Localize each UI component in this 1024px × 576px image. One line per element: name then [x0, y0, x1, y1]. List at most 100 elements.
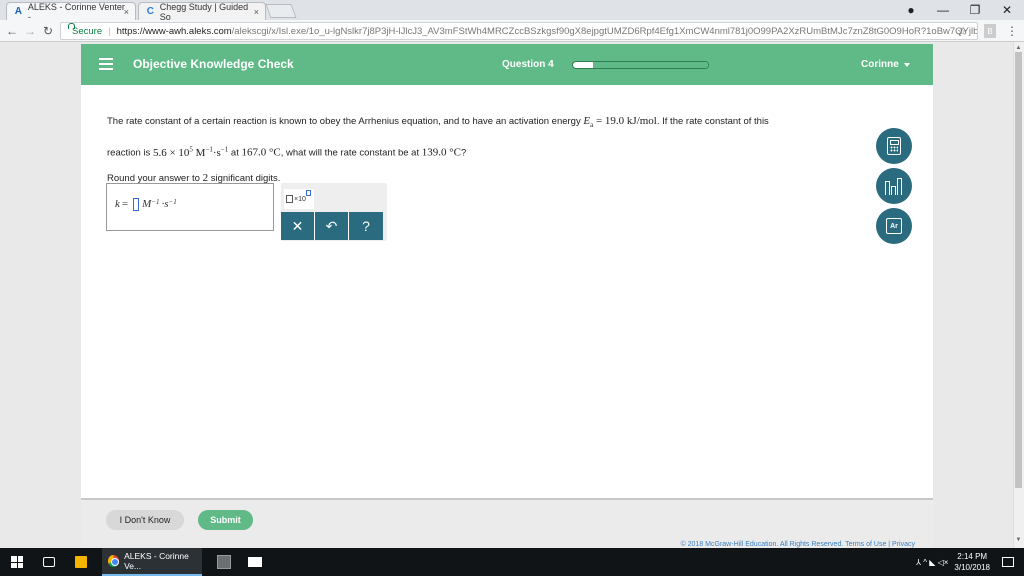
question-text: The rate constant of a certain reaction … — [107, 109, 877, 191]
windows-logo-icon — [11, 556, 23, 568]
scroll-thumb[interactable] — [1015, 52, 1022, 488]
profile-icon[interactable]: ● — [894, 0, 928, 20]
periodic-table-button[interactable]: Ar — [876, 208, 912, 244]
undo-button[interactable]: ↶ — [315, 212, 349, 240]
notification-icon[interactable] — [1002, 557, 1014, 567]
url-input[interactable]: Secure | https://www-awh.aleks.com /alek… — [60, 22, 978, 40]
back-arrow-icon[interactable]: ← — [4, 23, 20, 39]
progress-bar — [572, 61, 709, 69]
scroll-up-icon[interactable]: ▲ — [1014, 44, 1023, 52]
dont-know-button[interactable]: I Don't Know — [106, 510, 184, 530]
secure-label: Secure — [72, 25, 103, 37]
answer-unit-m: M — [142, 198, 152, 210]
mantissa-box-icon — [286, 195, 293, 203]
store-icon — [75, 556, 87, 568]
app-icon — [217, 555, 231, 569]
side-tools: Ar — [876, 128, 912, 248]
help-button[interactable]: ? — [349, 212, 383, 240]
k-mantissa: 5.6 × 10 — [152, 146, 190, 159]
answer-entry-field[interactable] — [133, 198, 140, 211]
tab-aleks[interactable]: A ALEKS - Corinne Venter - × — [6, 1, 136, 22]
minimize-button[interactable]: — — [926, 0, 960, 20]
rate-constant-value: 5.6 × 105 M−1·s−1 — [152, 145, 228, 159]
caret-down-icon — [903, 62, 910, 67]
scroll-down-icon[interactable]: ▼ — [1014, 536, 1023, 544]
tab-title: ALEKS - Corinne Venter - — [27, 1, 125, 22]
aleks-main-panel: Objective Knowledge Check Question 4 Cor… — [81, 44, 933, 548]
tab-chegg[interactable]: C Chegg Study | Guided So × — [138, 1, 266, 22]
temperature-1: 167.0 °C — [241, 146, 281, 159]
k-unit-m-exponent: −1 — [205, 145, 213, 154]
bar-chart-icon — [885, 177, 903, 195]
address-bar-row: ← → ↻ Secure | https://www-awh.aleks.com… — [0, 20, 1024, 42]
page-title: Objective Knowledge Check — [133, 57, 294, 71]
answer-unit-s-exponent: −1 — [168, 198, 177, 206]
taskbar-chrome-window[interactable]: ALEKS - Corinne Ve... — [102, 548, 202, 576]
data-button[interactable] — [876, 168, 912, 204]
extension-icon[interactable]: B — [984, 24, 996, 38]
task-view-icon — [43, 557, 55, 567]
question-text-segment: reaction is — [107, 147, 153, 159]
aleks-icon: A — [14, 6, 23, 17]
calculator-icon — [887, 137, 901, 155]
taskbar-app[interactable] — [210, 548, 238, 576]
temperature-2: 139.0 °C — [421, 146, 461, 159]
clock[interactable]: 2:14 PM 3/10/2018 — [954, 551, 990, 573]
browser-tab-strip: A ALEKS - Corinne Venter - × C Chegg Stu… — [0, 0, 1024, 22]
chrome-icon — [108, 555, 120, 567]
reload-icon[interactable]: ↻ — [40, 23, 56, 39]
bookmark-star-icon[interactable]: ☆ — [957, 25, 967, 38]
clock-time: 2:14 PM — [957, 552, 988, 561]
answer-expression: k = M −1 ·s −1 — [115, 198, 177, 211]
submit-button[interactable]: Submit — [198, 510, 253, 530]
clear-button[interactable]: ✕ — [281, 212, 315, 240]
tab-title: Chegg Study | Guided So — [159, 1, 249, 22]
answer-variable: k — [115, 198, 120, 210]
task-view-button[interactable] — [34, 548, 64, 576]
page-scrollbar[interactable]: ▲ ▼ — [1013, 42, 1024, 548]
close-icon[interactable]: × — [124, 7, 129, 17]
clock-date: 3/10/2018 — [954, 563, 990, 572]
restore-button[interactable]: ❐ — [958, 0, 992, 20]
exponent-box-icon — [305, 190, 311, 196]
ea-value: = 19.0 kJ/mol — [593, 115, 657, 127]
close-window-button[interactable]: ✕ — [990, 0, 1024, 20]
progress-remaining — [593, 62, 708, 68]
taskbar-window-label: ALEKS - Corinne Ve... — [124, 551, 189, 571]
chegg-icon: C — [146, 6, 154, 17]
aleks-header: Objective Knowledge Check Question 4 Cor… — [81, 44, 933, 85]
times-ten-button[interactable]: ×10 — [284, 189, 314, 209]
answer-input[interactable]: k = M −1 ·s −1 — [106, 183, 274, 231]
menu-dots-icon[interactable]: ⋮ — [1004, 23, 1020, 39]
mail-icon — [248, 557, 262, 567]
windows-taskbar: ALEKS - Corinne Ve... ⅄ ^ ◣ ◁× 2:14 PM 3… — [0, 548, 1024, 576]
mail-button[interactable] — [240, 548, 270, 576]
url-host: https://www-awh.aleks.com — [116, 25, 232, 37]
calculator-button[interactable] — [876, 128, 912, 164]
user-name: Corinne — [861, 59, 899, 70]
question-text-segment: ? — [461, 147, 467, 159]
forward-arrow-icon[interactable]: → — [22, 23, 38, 39]
k-unit-s: ·s — [212, 146, 221, 159]
copyright-links[interactable]: © 2018 McGraw-Hill Education. All Rights… — [681, 541, 915, 548]
close-icon[interactable]: × — [254, 7, 259, 17]
answer-equals: = — [121, 198, 129, 210]
question-text-segment: . If the rate constant of this — [656, 116, 769, 127]
footer-bar: I Don't Know Submit © 2018 McGraw-Hill E… — [81, 498, 933, 548]
start-button[interactable] — [0, 548, 34, 576]
divider: | — [108, 25, 111, 37]
url-path: /alekscgi/x/Isl.exe/1o_u-lgNslkr7j8P3jH-… — [231, 25, 978, 37]
tool-button-row: ✕ ↶ ? — [281, 212, 383, 240]
question-line-1: The rate constant of a certain reaction … — [107, 109, 877, 137]
question-text-segment: The rate constant of a certain reaction … — [107, 116, 584, 127]
store-button[interactable] — [66, 548, 96, 576]
ea-symbol: Ea = 19.0 kJ/mol — [583, 115, 657, 129]
question-line-2: reaction is 5.6 × 105 M−1·s−1 at 167.0 °… — [107, 137, 877, 166]
answer-unit-m-exponent: −1 — [151, 198, 160, 206]
hamburger-menu-icon[interactable] — [99, 58, 113, 70]
new-tab-button[interactable] — [265, 4, 297, 18]
periodic-table-icon: Ar — [886, 218, 902, 234]
tray-icons[interactable]: ⅄ ^ ◣ ◁× — [916, 558, 948, 567]
user-menu[interactable]: Corinne — [861, 59, 910, 70]
answer-unit-s: ·s — [161, 198, 169, 210]
